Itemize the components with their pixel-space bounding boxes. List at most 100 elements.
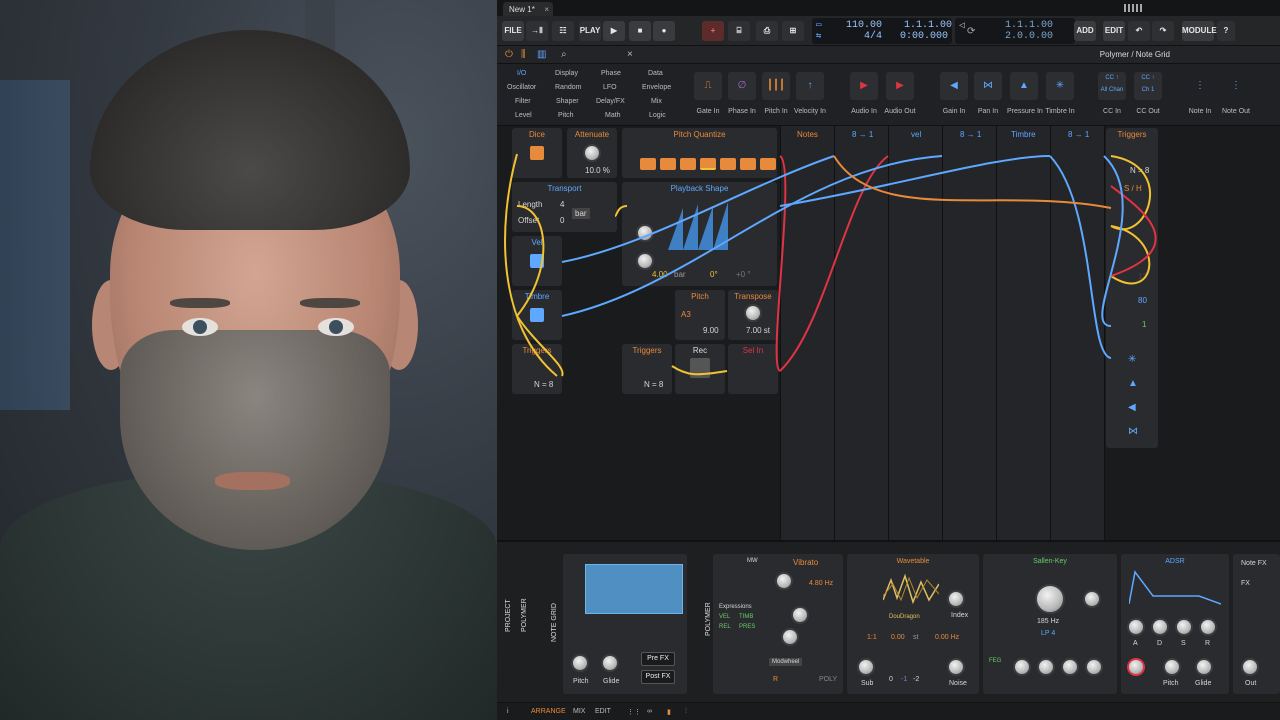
vibrato-depth-knob[interactable] [775, 572, 793, 590]
category-random[interactable]: Random [555, 84, 581, 91]
adsr-s-knob[interactable] [1175, 618, 1193, 636]
feg-r-knob[interactable] [1085, 658, 1103, 676]
position-bars[interactable]: 1.1.1.00 [904, 20, 952, 31]
loop-display[interactable]: ◁ ⟳ 1.1.1.00 2.0.0.00 [955, 18, 1075, 44]
timb-mod[interactable]: TIMB [739, 614, 753, 620]
stop-button[interactable]: ■ [629, 21, 651, 41]
polymer-device-label[interactable]: POLYMER [705, 602, 712, 636]
category-io[interactable]: I/O [517, 70, 526, 77]
category-level[interactable]: Level [515, 112, 532, 119]
category-shaper[interactable]: Shaper [556, 98, 579, 105]
device-panel-icon[interactable]: ▮ [667, 708, 671, 716]
sub-oct-minus-1[interactable]: -1 [901, 676, 907, 683]
sub-oct-0[interactable]: 0 [889, 676, 893, 683]
automation-write-button[interactable]: + [702, 21, 724, 41]
adsr-d-knob[interactable] [1151, 618, 1169, 636]
polymer-label[interactable]: POLYMER [521, 598, 528, 632]
module-cc-out[interactable]: CC ↑ Ch 1 CC Out [1131, 72, 1165, 115]
device-note-fx[interactable]: Note FX FX Out [1233, 554, 1280, 694]
help-button[interactable]: ? [1217, 21, 1235, 41]
pres-mod[interactable]: PRES [739, 624, 755, 630]
toggle-layout-button[interactable]: ☷ [552, 21, 574, 41]
module-timbre-in[interactable]: ✳ Timbre In [1043, 72, 1077, 115]
module-velocity-in[interactable]: ↑ Velocity In [793, 72, 827, 115]
redo-button[interactable]: ↷ [1152, 21, 1174, 41]
ratio-value[interactable]: 1:1 [867, 634, 877, 641]
info-icon[interactable]: i [507, 708, 509, 715]
mix-tab[interactable]: MIX [573, 708, 585, 715]
feg-d-knob[interactable] [1037, 658, 1055, 676]
category-lfo[interactable]: LFO [603, 84, 617, 91]
note-grid-canvas[interactable]: Dice Attenuate 10.0 % Pitch Quantize Tra… [497, 126, 1280, 540]
module-pressure-in[interactable]: ▲ Pressure In [1007, 72, 1043, 115]
edit-tab[interactable]: EDIT [595, 708, 611, 715]
rel-mod[interactable]: REL [719, 624, 731, 630]
module-cc-in[interactable]: CC ↑ All Chan CC In [1095, 72, 1129, 115]
feg-s-knob[interactable] [1061, 658, 1079, 676]
category-filter[interactable]: Filter [515, 98, 531, 105]
pre-fx-button[interactable]: Pre FX [641, 652, 675, 666]
vel-mod-knob[interactable] [1127, 658, 1145, 676]
device-adsr[interactable]: ADSR A D S R Pitch Glide [1121, 554, 1229, 694]
power-icon[interactable]: ⏻ [505, 49, 513, 60]
toggle-browser-button[interactable]: →Ⅱ [526, 21, 548, 41]
modwheel-select[interactable]: Modwheel [769, 658, 803, 666]
loop-start[interactable]: 1.1.1.00 [1005, 20, 1053, 31]
time-signature[interactable]: 4/4 [864, 31, 882, 42]
search-icon[interactable]: ⌕ [561, 49, 567, 60]
glide-knob-2[interactable] [1195, 658, 1213, 676]
undo-button[interactable]: ↶ [1128, 21, 1150, 41]
module-pitch-in[interactable]: ┃┃┃ Pitch In [759, 72, 793, 115]
note-fx-label[interactable]: Note FX [1241, 560, 1267, 567]
module-gate-in[interactable]: ⎍ Gate In [691, 72, 725, 115]
category-mix[interactable]: Mix [651, 98, 662, 105]
vibrato-rate[interactable]: 4.80 Hz [809, 580, 833, 587]
category-phase[interactable]: Phase [601, 70, 621, 77]
cutoff-knob[interactable] [1035, 584, 1065, 614]
vibrato-knob-3[interactable] [781, 628, 799, 646]
sub-oct-minus-2[interactable]: -2 [913, 676, 919, 683]
category-logic[interactable]: Logic [649, 112, 666, 119]
document-tab[interactable]: New 1* × [503, 2, 553, 16]
arrange-tab[interactable]: ARRANGE [531, 708, 566, 715]
device-note-grid[interactable]: Pitch Glide Pre FX Post FX [563, 554, 687, 694]
module-audio-out[interactable]: ▶ Audio Out [883, 72, 917, 115]
category-display[interactable]: Display [555, 70, 578, 77]
vel-mod[interactable]: VEL [719, 614, 730, 620]
fine-value[interactable]: 0.00 [891, 634, 905, 641]
automation-icon[interactable]: ⋮⋮ [627, 708, 641, 716]
module-phase-in[interactable]: ∅ Phase In [725, 72, 759, 115]
record-button[interactable]: ● [653, 21, 675, 41]
add-track-button[interactable]: ⊞ [782, 21, 804, 41]
position-time[interactable]: 0:00.000 [900, 31, 948, 42]
filter-type[interactable]: LP 4 [1041, 630, 1055, 637]
adsr-a-knob[interactable] [1127, 618, 1145, 636]
glide-knob[interactable] [601, 654, 619, 672]
device-polymer-mod[interactable]: MW Vibrato 4.80 Hz Expressions VEL TIMB … [713, 554, 843, 694]
module-note-in[interactable]: ⋮ Note In [1183, 72, 1217, 115]
resonance-knob[interactable] [1083, 590, 1101, 608]
vibrato-knob-2[interactable] [791, 606, 809, 624]
out-knob[interactable] [1241, 658, 1259, 676]
pitch-knob[interactable] [571, 654, 589, 672]
noise-knob[interactable] [947, 658, 965, 676]
tempo-position-display[interactable]: ▭ ⇆ 110.00 4/4 1.1.1.00 0:00.000 [812, 18, 952, 44]
play-button[interactable]: ▶ [603, 21, 625, 41]
index-knob[interactable] [947, 590, 965, 608]
file-button[interactable]: FILE [502, 21, 524, 41]
sub-knob[interactable] [857, 658, 875, 676]
project-label[interactable]: PROJECT [505, 599, 512, 632]
adsr-r-knob[interactable] [1199, 618, 1217, 636]
module-note-out[interactable]: ⋮ Note Out [1219, 72, 1253, 115]
edit-button[interactable]: EDIT [1103, 21, 1125, 41]
module-button[interactable]: MODULE [1182, 21, 1217, 41]
mixer-icon[interactable]: ⫶ [685, 708, 687, 716]
loop-length[interactable]: 2.0.0.00 [1005, 31, 1053, 42]
module-pan-in[interactable]: ⋈ Pan In [971, 72, 1005, 115]
fx-label[interactable]: FX [1241, 580, 1250, 587]
category-data[interactable]: Data [648, 70, 663, 77]
add-button[interactable]: ADD [1074, 21, 1096, 41]
grid-icon[interactable]: ▥ [537, 49, 546, 60]
metronome-button[interactable]: ⎙ [756, 21, 778, 41]
close-icon[interactable]: × [544, 5, 549, 14]
